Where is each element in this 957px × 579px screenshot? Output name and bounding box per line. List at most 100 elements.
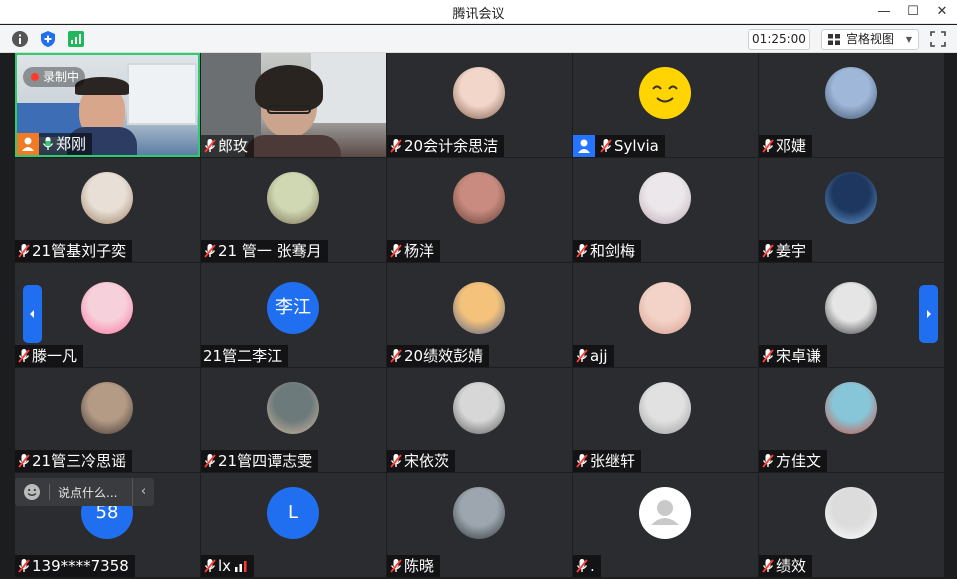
info-icon[interactable] [10,29,30,49]
participant-nameplate: 139****7358 [15,555,135,577]
signal-icon[interactable] [66,29,86,49]
participant-tile[interactable]: . [573,473,758,577]
avatar [639,282,691,334]
avatar [81,172,133,224]
participant-tile[interactable]: 方佳文 [759,368,944,472]
participant-tile[interactable]: 录制中郑刚 [15,53,200,157]
close-button[interactable]: ✕ [932,2,952,22]
emoji-icon[interactable] [23,483,41,501]
prev-page-button[interactable] [23,285,42,343]
mic-muted-icon [18,559,30,573]
avatar [825,172,877,224]
mic-muted-icon [390,349,402,363]
participant-tile[interactable]: 张继轩 [573,368,758,472]
participant-name: . [590,557,595,575]
participant-nameplate: 陈晓 [387,555,441,577]
avatar [453,172,505,224]
participant-tile[interactable]: 陈晓 [387,473,572,577]
mic-muted-icon [762,349,774,363]
participant-name: ajj [590,347,608,365]
participant-nameplate: Sylvia [573,135,665,157]
participant-nameplate: 郑刚 [17,133,93,155]
mic-muted-icon [204,559,216,573]
participant-tile[interactable]: Sylvia [573,53,758,157]
mic-muted-icon [762,139,774,153]
mic-muted-icon [18,244,30,258]
participant-name: 绩效 [776,557,807,575]
participant-tile[interactable]: 21管基刘子奕 [15,158,200,262]
participant-name: 宋卓谦 [776,347,822,365]
participant-tile[interactable]: 姜宇 [759,158,944,262]
avatar [267,172,319,224]
chat-collapse-button[interactable]: ‹ [132,478,154,506]
participant-tile[interactable]: 21管四谭志雯 [201,368,386,472]
participant-tile[interactable]: ajj [573,263,758,367]
participant-tile[interactable]: 滕一凡 [15,263,200,367]
record-dot-icon [31,73,39,81]
participant-tile[interactable]: 绩效 [759,473,944,577]
participant-tile[interactable]: 和剑梅 [573,158,758,262]
avatar [453,67,505,119]
mic-muted-icon [204,139,216,153]
fullscreen-icon[interactable] [929,30,947,48]
participant-name: 郑刚 [56,135,87,153]
chat-input-bar[interactable]: 说点什么... ‹ [15,478,154,506]
avatar [825,282,877,334]
mic-muted-icon [204,454,216,468]
avatar [453,382,505,434]
participant-nameplate: 21管二李江 [201,345,289,367]
chat-placeholder[interactable]: 说点什么... [58,484,117,501]
participant-tile[interactable]: Llx [201,473,386,577]
avatar [639,67,691,119]
participant-nameplate: 邓婕 [759,135,813,157]
participant-name: 和剑梅 [590,242,636,260]
participant-tile[interactable]: 宋卓谦 [759,263,944,367]
participant-tile[interactable]: 宋依茨 [387,368,572,472]
participant-nameplate: 宋卓谦 [759,345,828,367]
default-user-icon [651,500,679,525]
view-mode-button[interactable]: 宫格视图 ▼ [821,29,919,50]
participant-nameplate: lx [201,555,255,577]
video-grid: 录制中 郑刚 郎玫 20会计余思洁 Sylvia 邓婕 21管基刘子奕 21 管一 张骞月 杨洋… [15,53,944,579]
participant-nameplate: 宋依茨 [387,450,456,472]
participant-tile[interactable]: 21 管一 张骞月 [201,158,386,262]
participant-nameplate: ajj [573,345,614,367]
chevron-right-icon [927,310,931,318]
avatar [81,382,133,434]
participant-tile[interactable]: 邓婕 [759,53,944,157]
window-title: 腾讯会议 [452,7,505,22]
maximize-button[interactable]: ☐ [903,2,923,22]
participant-name: 陈晓 [404,557,435,575]
participant-name: 邓婕 [776,137,807,155]
participant-tile[interactable]: 20会计余思洁 [387,53,572,157]
participant-nameplate: 绩效 [759,555,813,577]
participant-name: 21管四谭志雯 [218,452,313,470]
participant-name: 宋依茨 [404,452,450,470]
participant-nameplate: 20会计余思洁 [387,135,505,157]
recording-label: 录制中 [43,70,80,84]
participant-name: 20会计余思洁 [404,137,499,155]
participant-nameplate: 20绩效彭婧 [387,345,490,367]
participant-tile[interactable]: 杨洋 [387,158,572,262]
avatar: 李江 [267,282,319,334]
participant-tile[interactable]: 郎玫 [201,53,386,157]
minimize-button[interactable]: — [874,2,894,22]
avatar [639,172,691,224]
avatar [825,382,877,434]
participant-nameplate: 21管四谭志雯 [201,450,319,472]
participant-name: 20绩效彭婧 [404,347,484,365]
participant-tile[interactable]: 李江 21管二李江 [201,263,386,367]
participant-name: 21管基刘子奕 [32,242,127,260]
participant-tile[interactable]: 21管三冷思谣 [15,368,200,472]
avatar [453,487,505,539]
shield-icon[interactable] [38,29,58,49]
next-page-button[interactable] [919,285,938,343]
participant-nameplate: 21管基刘子奕 [15,240,133,262]
avatar: L [267,487,319,539]
emoji-avatar-icon [652,85,678,103]
host-badge-icon [17,133,39,155]
mic-muted-icon [390,244,402,258]
avatar [453,282,505,334]
participant-nameplate: 和剑梅 [573,240,642,262]
participant-tile[interactable]: 20绩效彭婧 [387,263,572,367]
